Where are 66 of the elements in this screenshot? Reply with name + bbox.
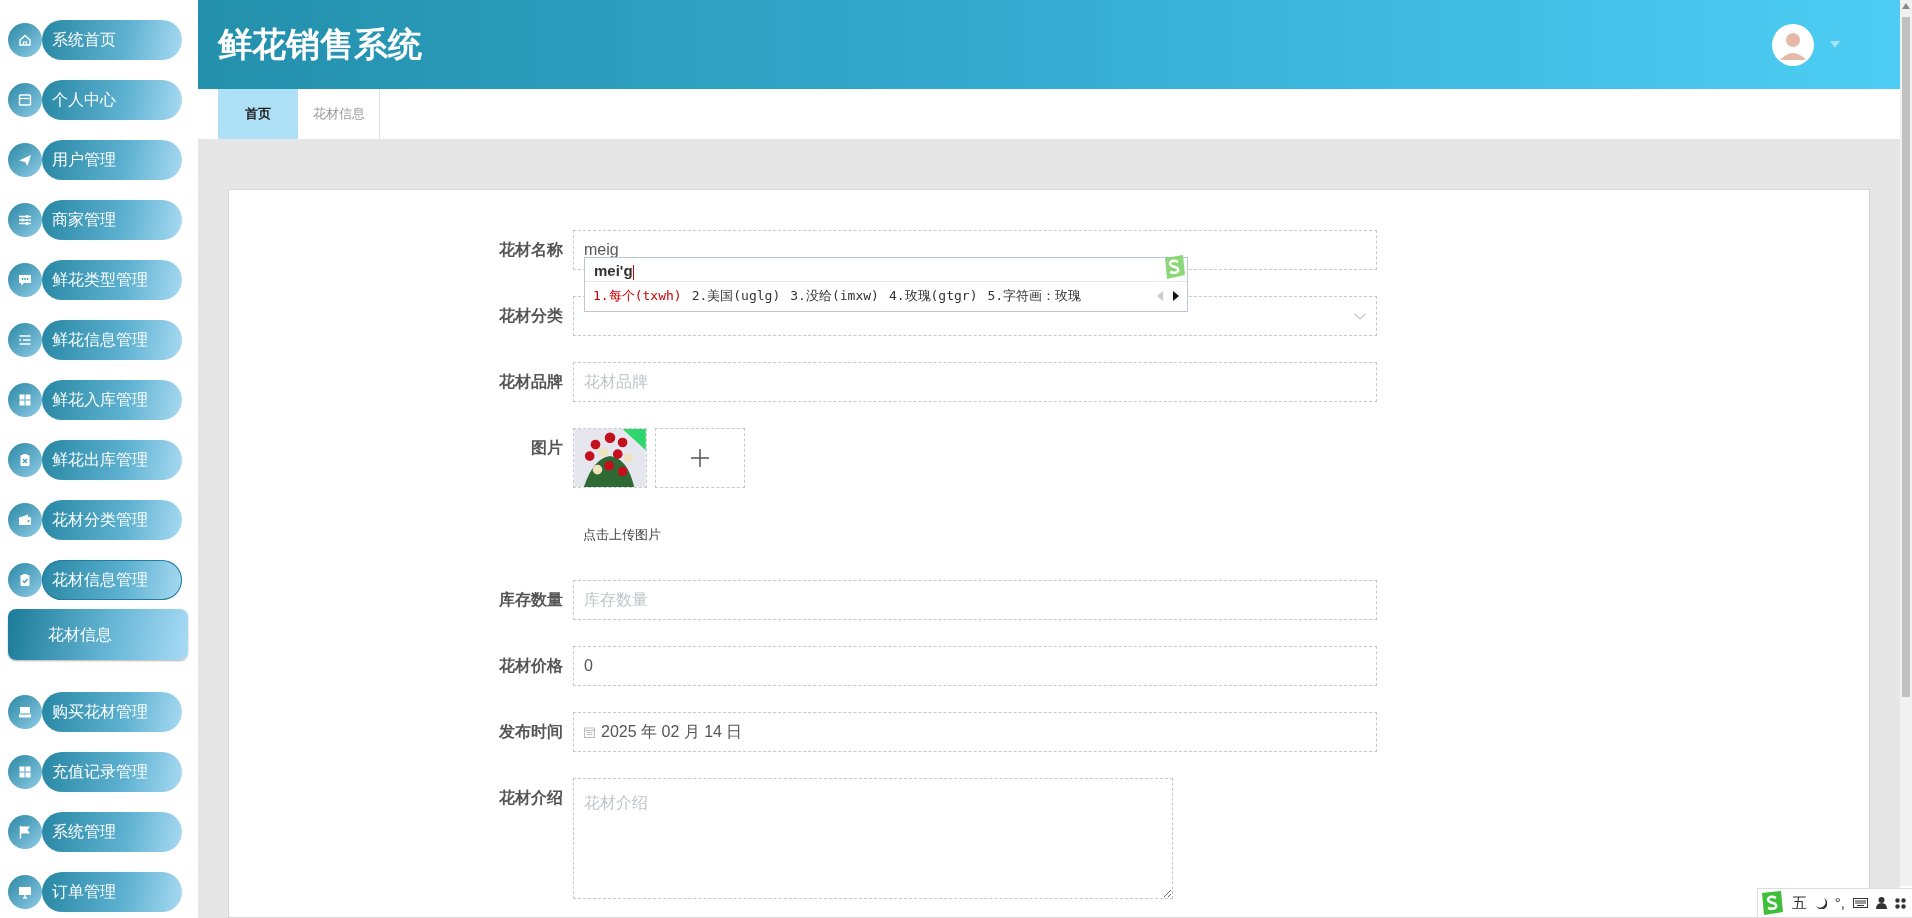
calendar-icon xyxy=(584,726,595,738)
paper-plane-icon xyxy=(8,143,42,177)
sidebar-item[interactable]: 系统首页 xyxy=(42,20,182,60)
sidebar-item[interactable]: 鲜花信息管理 xyxy=(42,320,182,360)
upload-hint: 点击上传图片 xyxy=(583,526,662,544)
clipboard-x-icon xyxy=(8,443,42,477)
input-field[interactable]: 库存数量 xyxy=(573,580,1377,620)
sidebar-item[interactable]: 鲜花入库管理 xyxy=(42,380,182,420)
scrollbar[interactable] xyxy=(1900,0,1912,886)
sidebar-item[interactable]: 花材分类管理 xyxy=(42,500,182,540)
field-label: 花材名称 xyxy=(498,240,564,260)
app-title: 鲜花销售系统 xyxy=(218,24,422,65)
ime-candidate[interactable]: 2.美国(uglg) xyxy=(691,286,781,306)
list-icon xyxy=(8,323,42,357)
person-icon[interactable] xyxy=(1876,897,1887,909)
scroll-up-icon[interactable] xyxy=(1902,3,1910,9)
field-label: 花材分类 xyxy=(498,306,564,326)
input-field[interactable]: 0 xyxy=(573,646,1377,686)
field-label: 花材介绍 xyxy=(498,788,564,808)
field-label: 库存数量 xyxy=(498,590,564,610)
grid-icon xyxy=(8,383,42,417)
submenu-item[interactable]: 花材信息 xyxy=(8,609,188,660)
date-field[interactable]: 2025 年 02 月 14 日 xyxy=(573,712,1377,752)
keyboard-icon[interactable] xyxy=(1853,898,1868,908)
plus-icon xyxy=(690,448,710,468)
sidebar-item[interactable]: 系统管理 xyxy=(42,812,182,852)
sidebar-item[interactable]: 商家管理 xyxy=(42,200,182,240)
sidebar-item[interactable]: 花材信息管理 xyxy=(42,560,182,600)
previous-page-icon[interactable] xyxy=(1157,290,1163,301)
chat-bubble-icon xyxy=(8,263,42,297)
home-icon xyxy=(8,23,42,57)
clipboard-check-icon xyxy=(8,563,42,597)
sidebar-item[interactable]: 个人中心 xyxy=(42,80,182,120)
sidebar-item[interactable]: 订单管理 xyxy=(42,872,182,912)
upload-button[interactable] xyxy=(655,428,745,488)
ime-candidate[interactable]: 5.字符画：玫瑰 xyxy=(987,286,1082,306)
grid-icon xyxy=(8,755,42,789)
next-page-icon[interactable] xyxy=(1173,290,1179,301)
sidebar-item[interactable]: 购买花材管理 xyxy=(42,692,182,732)
chevron-down-icon xyxy=(1354,312,1366,320)
text-area[interactable]: 花材介绍 xyxy=(573,778,1173,899)
sliders-icon xyxy=(8,203,42,237)
field-label: 发布时间 xyxy=(498,722,564,742)
window-icon xyxy=(8,83,42,117)
wallet-icon xyxy=(8,503,42,537)
sidebar-item[interactable]: 鲜花出库管理 xyxy=(42,440,182,480)
field-label: 图片 xyxy=(530,438,564,458)
field-label: 花材品牌 xyxy=(498,372,564,392)
ime-logo-icon[interactable] xyxy=(1759,890,1784,916)
monitor-icon xyxy=(8,875,42,909)
tray-icon xyxy=(8,695,42,729)
tab[interactable]: 首页 xyxy=(218,89,298,139)
ime-candidate[interactable]: 4.玫瑰(gtgr) xyxy=(888,286,978,306)
ime-candidate[interactable]: 3.没给(imxw) xyxy=(790,286,879,306)
sidebar-item[interactable]: 鲜花类型管理 xyxy=(42,260,182,300)
punctuation-toggle[interactable]: °, xyxy=(1834,891,1845,915)
ime-candidate[interactable]: 1.每个(txwh) xyxy=(593,286,682,306)
sidebar-item[interactable]: 用户管理 xyxy=(42,140,182,180)
input-field[interactable]: 花材品牌 xyxy=(573,362,1377,402)
moon-icon[interactable] xyxy=(1814,897,1827,909)
grid-icon[interactable] xyxy=(1895,897,1906,909)
sidebar-item[interactable]: 充值记录管理 xyxy=(42,752,182,792)
flag-icon xyxy=(8,815,42,849)
avatar[interactable] xyxy=(1772,23,1814,66)
input-mode-toggle[interactable]: 五 xyxy=(1791,891,1807,915)
field-label: 花材价格 xyxy=(498,656,564,676)
